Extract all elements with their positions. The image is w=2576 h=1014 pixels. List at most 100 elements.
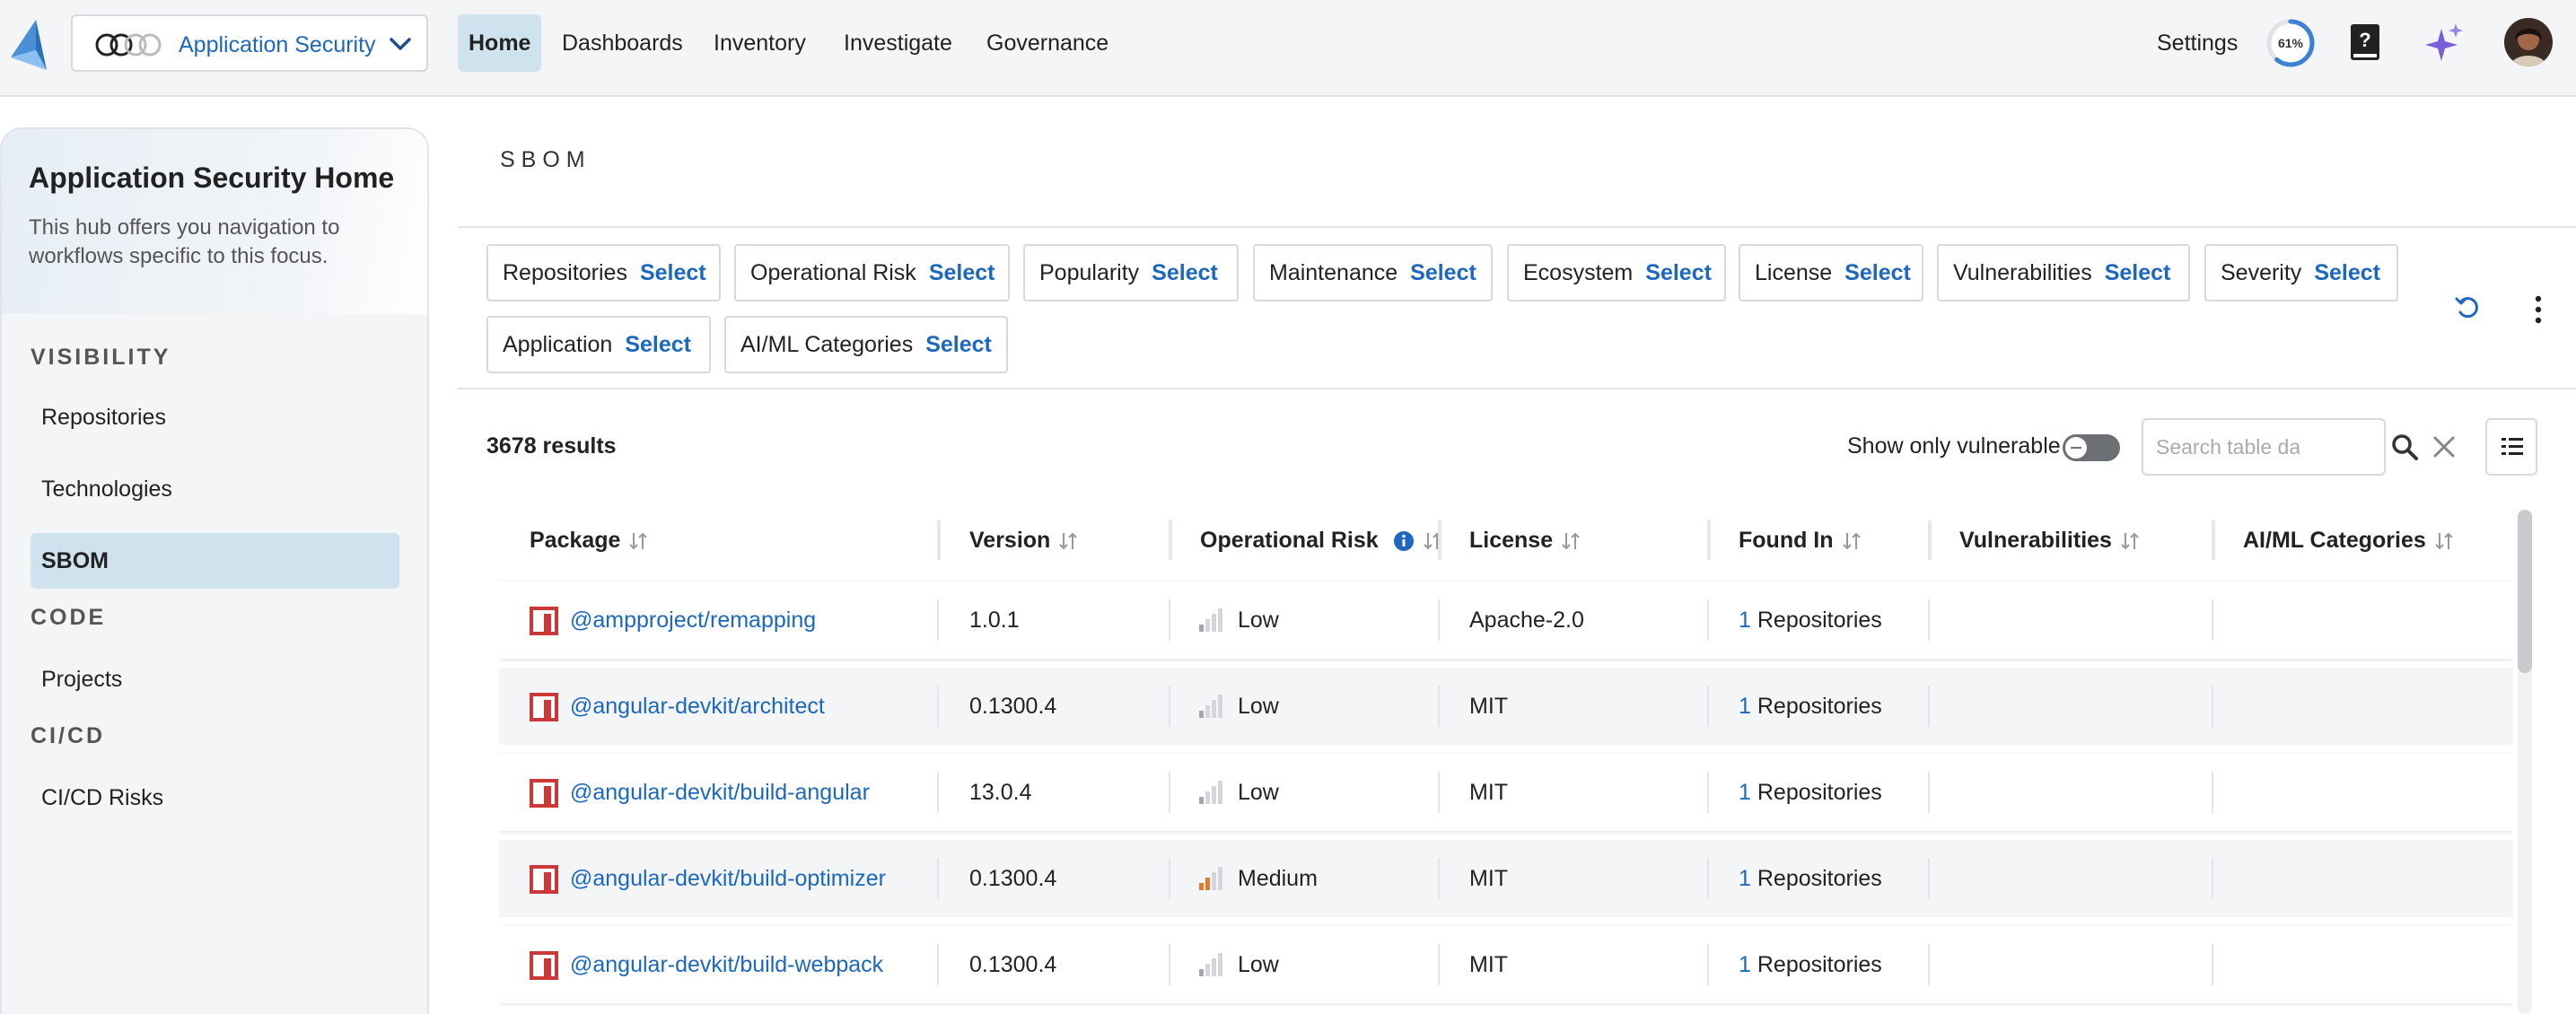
npm-icon (530, 951, 558, 980)
filter-ai-ml-categories[interactable]: AI/ML Categories Select (724, 316, 1008, 373)
filter-select[interactable]: Select (1844, 260, 1911, 285)
column-divider[interactable] (2212, 520, 2215, 560)
column-divider[interactable] (937, 520, 941, 560)
section-visibility: VISIBILITY (31, 345, 171, 370)
filter-repositories[interactable]: Repositories Select (486, 244, 721, 302)
npm-icon (530, 779, 558, 808)
search-box (2142, 418, 2386, 476)
filter-application[interactable]: Application Select (486, 316, 711, 373)
found-in-label: Repositories (1757, 608, 1882, 633)
sparkles-icon[interactable] (2423, 22, 2465, 63)
sidebar-item-sbom[interactable]: SBOM (31, 533, 399, 589)
filter-select[interactable]: Select (625, 332, 691, 357)
col-license[interactable]: License (1469, 508, 1582, 573)
vulnerable-toggle-label: Show only vulnerable (1847, 433, 2061, 459)
row-divider (1707, 858, 1709, 899)
filter-select[interactable]: Select (2105, 260, 2171, 285)
found-in-count-link[interactable]: 1 (1739, 952, 1751, 977)
divider (458, 388, 2576, 389)
signal-bars-icon (1199, 781, 1222, 804)
col-operational-risk[interactable]: Operational Risk (1200, 508, 1443, 573)
row-divider (1438, 686, 1440, 727)
sort-icon (2121, 532, 2139, 550)
found-in-count-link[interactable]: 1 (1739, 694, 1751, 719)
filter-license[interactable]: License Select (1739, 244, 1923, 302)
row-divider (1169, 686, 1170, 727)
sidebar-item-repositories[interactable]: Repositories (31, 389, 399, 445)
col-vulnerabilities[interactable]: Vulnerabilities (1959, 508, 2141, 573)
nav-inventory[interactable]: Inventory (714, 14, 806, 72)
vulnerable-toggle[interactable] (2063, 434, 2120, 461)
filter-select[interactable]: Select (2314, 260, 2380, 285)
filter-popularity[interactable]: Popularity Select (1023, 244, 1239, 302)
filter-select[interactable]: Select (929, 260, 995, 285)
column-divider[interactable] (1707, 520, 1711, 560)
found-in-count-link[interactable]: 1 (1739, 866, 1751, 891)
app-switcher[interactable]: Application Security (71, 14, 428, 72)
row-divider (2212, 772, 2213, 813)
package-link[interactable]: @angular-devkit/build-optimizer (570, 840, 886, 917)
kebab-icon[interactable] (2531, 294, 2545, 325)
filter-operational-risk[interactable]: Operational Risk Select (734, 244, 1010, 302)
settings-link[interactable]: Settings (2157, 14, 2238, 72)
hub-title: Application Security Home (29, 162, 395, 194)
column-divider[interactable] (1169, 520, 1172, 560)
progress-indicator[interactable]: 61% (2265, 18, 2316, 68)
table-row[interactable]: @angular-devkit/architect 0.1300.4 Low MIT 1… (499, 668, 2513, 745)
table-scrollbar[interactable] (2518, 510, 2532, 673)
nav-home[interactable]: Home (458, 14, 542, 72)
table-row[interactable]: @angular-devkit/build-webpack 0.1300.4 Low… (499, 926, 2513, 1003)
search-input[interactable] (2156, 433, 2300, 461)
nav-dashboards[interactable]: Dashboards (562, 14, 683, 72)
filter-select[interactable]: Select (1152, 260, 1218, 285)
table-row[interactable]: @angular-devkit/build-optimizer 0.1300.4 M… (499, 840, 2513, 917)
found-in-value: 1 Repositories (1739, 754, 1882, 831)
column-divider[interactable] (1438, 520, 1441, 560)
filter-select[interactable]: Select (1645, 260, 1712, 285)
user-avatar[interactable] (2504, 18, 2553, 66)
package-link[interactable]: @ampproject/remapping (570, 581, 816, 659)
package-link[interactable]: @angular-devkit/architect (570, 668, 825, 745)
found-in-count-link[interactable]: 1 (1739, 608, 1751, 633)
nav-governance[interactable]: Governance (986, 14, 1108, 72)
close-icon[interactable] (2432, 435, 2456, 459)
row-divider (1169, 858, 1170, 899)
sidebar-item-cicd-risks[interactable]: CI/CD Risks (31, 770, 399, 826)
filter-select[interactable]: Select (1410, 260, 1476, 285)
filter-ecosystem[interactable]: Ecosystem Select (1507, 244, 1726, 302)
row-divider (1928, 599, 1930, 641)
filter-maintenance[interactable]: Maintenance Select (1253, 244, 1493, 302)
search-icon[interactable] (2391, 433, 2418, 460)
table-row[interactable]: @ampproject/remapping 1.0.1 Low Apache-2.0 1… (499, 581, 2513, 659)
columns-button[interactable] (2485, 418, 2537, 476)
row-divider (2212, 858, 2213, 899)
found-in-value: 1 Repositories (1739, 581, 1882, 659)
col-ai-ml-categories[interactable]: AI/ML Categories (2243, 508, 2455, 573)
found-in-value: 1 Repositories (1739, 840, 1882, 917)
filter-select[interactable]: Select (640, 260, 706, 285)
filter-severity[interactable]: Severity Select (2204, 244, 2398, 302)
table-row[interactable]: @angular-devkit/build-angular 13.0.4 Low MI… (499, 754, 2513, 831)
col-version[interactable]: Version (969, 508, 1079, 573)
col-package[interactable]: Package (530, 508, 649, 573)
row-divider (937, 772, 939, 813)
table-header: Package Version Operational Risk License… (499, 508, 2513, 573)
column-divider[interactable] (1928, 520, 1932, 560)
row-divider (1707, 686, 1709, 727)
filter-select[interactable]: Select (925, 332, 992, 357)
undo-icon[interactable] (2453, 293, 2482, 322)
logo-icon[interactable] (7, 18, 50, 72)
filter-vulnerabilities[interactable]: Vulnerabilities Select (1937, 244, 2190, 302)
col-found-in[interactable]: Found In (1739, 508, 1862, 573)
sort-icon (1562, 532, 1580, 550)
row-divider (1928, 858, 1930, 899)
help-book-icon[interactable]: ? (2350, 23, 2380, 61)
package-link[interactable]: @angular-devkit/build-webpack (570, 926, 883, 1003)
sort-icon (1059, 532, 1078, 550)
sidebar-item-projects[interactable]: Projects (31, 651, 399, 707)
nav-investigate[interactable]: Investigate (844, 14, 952, 72)
sidebar-item-technologies[interactable]: Technologies (31, 461, 399, 517)
package-link[interactable]: @angular-devkit/build-angular (570, 754, 870, 831)
found-in-count-link[interactable]: 1 (1739, 780, 1751, 805)
npm-icon (530, 865, 558, 894)
